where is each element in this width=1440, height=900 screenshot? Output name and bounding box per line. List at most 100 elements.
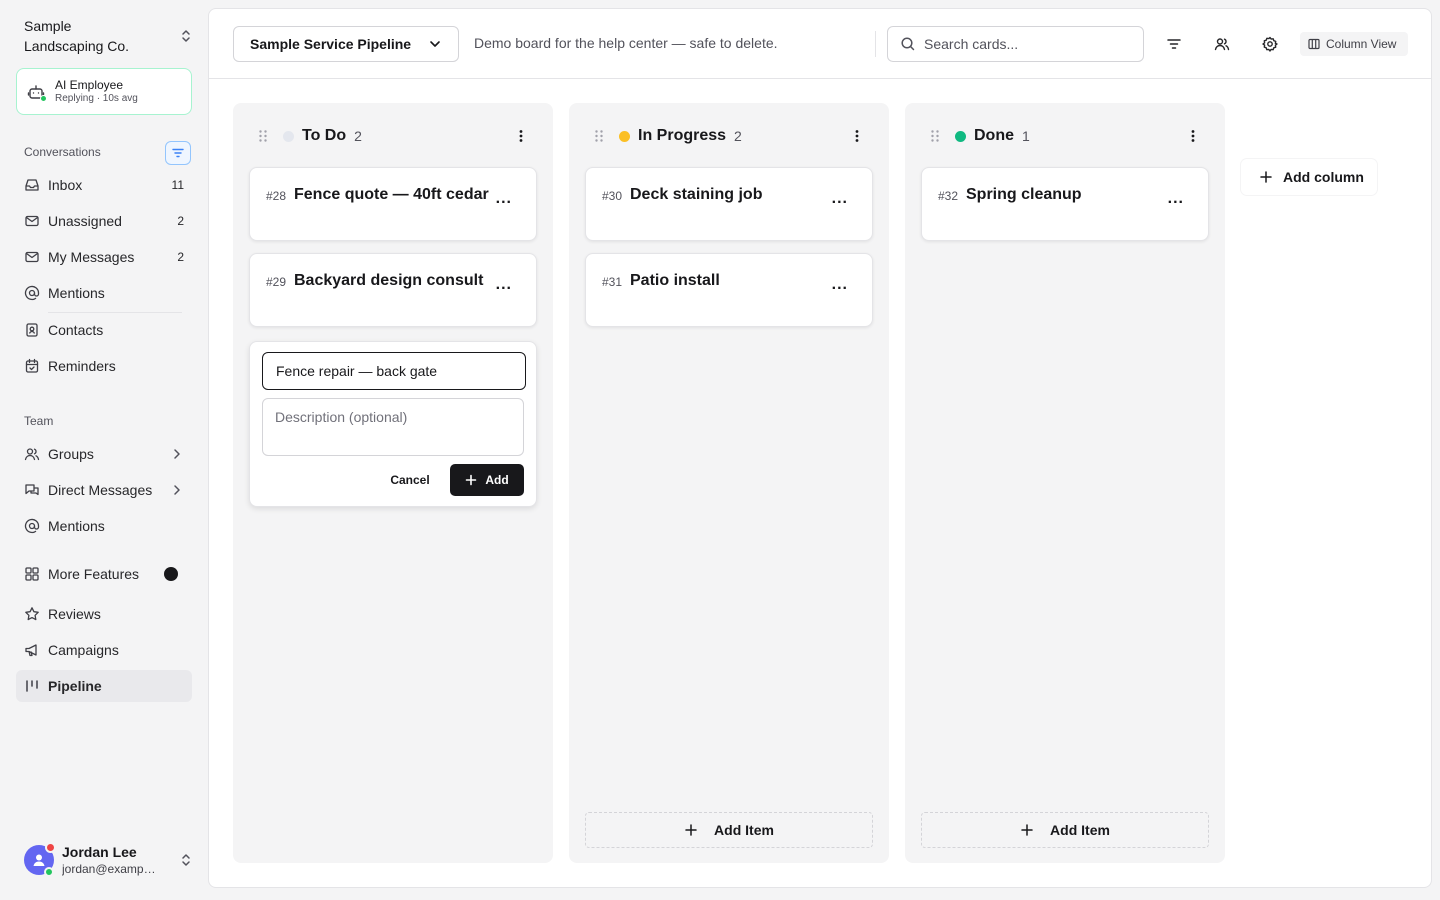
plus-icon: [685, 824, 697, 836]
more-vertical-icon[interactable]: [849, 128, 865, 144]
ai-employee-status: Replying · 10s avg: [55, 93, 138, 104]
column-done: Done 1 #32 Spring cleanup ... Add Item: [905, 103, 1225, 863]
sidebar-item-count: 11: [171, 178, 184, 192]
add-item-button[interactable]: Add Item: [921, 812, 1209, 848]
sidebar: Sample Landscaping Co. AI Employee Reply…: [0, 0, 208, 900]
pipeline-card[interactable]: #28 Fence quote — 40ft cedar ...: [249, 167, 537, 241]
sidebar-item-more-features[interactable]: More Features: [16, 558, 192, 590]
column-title: To Do: [302, 127, 347, 144]
ai-employee-card[interactable]: AI Employee Replying · 10s avg: [16, 68, 192, 115]
filter-button[interactable]: [1162, 32, 1186, 56]
pipeline-card[interactable]: #29 Backyard design consult ...: [249, 253, 537, 327]
user-email: jordan@example.com: [62, 861, 158, 876]
chat-icon: [25, 484, 39, 496]
filter-conversations-button[interactable]: [165, 141, 191, 165]
sidebar-item-label: Contacts: [48, 322, 104, 338]
drag-handle-icon[interactable]: [257, 129, 269, 143]
add-item-button[interactable]: Add Item: [585, 812, 873, 848]
add-column-button[interactable]: Add column: [1241, 159, 1377, 195]
sidebar-item-unassigned[interactable]: Unassigned 2: [16, 205, 192, 237]
sidebar-item-label: Inbox: [48, 177, 83, 193]
drag-handle-icon[interactable]: [929, 129, 941, 143]
sidebar-item-team-mentions[interactable]: Mentions: [16, 510, 192, 542]
more-vertical-icon[interactable]: [513, 128, 529, 144]
user-menu[interactable]: Jordan Lee jordan@example.com: [24, 842, 194, 878]
sidebar-item-inbox[interactable]: Inbox 11: [16, 169, 192, 201]
user-name: Jordan Lee: [62, 843, 137, 860]
add-card-button[interactable]: Add: [450, 464, 524, 496]
chevron-right-icon: [174, 485, 180, 495]
user-icon: [33, 854, 45, 866]
card-title: Patio install: [630, 272, 720, 289]
contact-book-icon: [26, 323, 38, 337]
card-number: #32: [938, 189, 959, 203]
status-dot: [955, 130, 966, 142]
card-more-button[interactable]: ...: [496, 190, 512, 208]
calendar-check-icon: [25, 358, 39, 373]
column-in-progress: In Progress 2 #30 Deck staining job ... …: [569, 103, 889, 863]
conversations-label: Conversations: [24, 145, 101, 159]
online-indicator: [40, 94, 47, 102]
card-title: Backyard design consult: [294, 272, 484, 289]
columns-icon: [1308, 38, 1320, 50]
pipeline-card[interactable]: #30 Deck staining job ...: [585, 167, 873, 241]
plus-icon: [1021, 824, 1033, 836]
pipeline-select[interactable]: Sample Service Pipeline: [233, 26, 459, 62]
mail-unassigned-icon: [25, 215, 39, 227]
column-header: In Progress 2: [593, 125, 865, 147]
notification-badge: [45, 842, 56, 853]
sidebar-item-mentions[interactable]: Mentions: [16, 277, 192, 309]
sidebar-item-my-messages[interactable]: My Messages 2: [16, 241, 192, 273]
sidebar-item-label: Groups: [48, 446, 94, 462]
pipeline-card[interactable]: #32 Spring cleanup ...: [921, 167, 1209, 241]
card-number: #28: [266, 189, 287, 203]
filter-icon: [172, 148, 184, 158]
grid-icon: [25, 567, 39, 581]
chevron-down-icon: [430, 41, 440, 47]
column-header: To Do 2: [257, 125, 529, 147]
sidebar-item-label: Reminders: [48, 358, 116, 374]
sidebar-item-pipeline[interactable]: Pipeline: [16, 670, 192, 702]
add-item-label: Add Item: [714, 822, 774, 838]
card-description-input[interactable]: [262, 398, 524, 456]
star-icon: [25, 607, 39, 621]
search-box[interactable]: [887, 26, 1144, 62]
online-indicator: [44, 867, 54, 877]
sidebar-item-contacts[interactable]: Contacts: [16, 314, 192, 346]
column-title: Done: [974, 127, 1014, 144]
card-more-button[interactable]: ...: [832, 276, 848, 294]
sidebar-item-reminders[interactable]: Reminders: [16, 350, 192, 382]
megaphone-icon: [25, 644, 37, 657]
column-header: Done 1: [929, 125, 1201, 147]
column-title: In Progress: [638, 127, 727, 144]
search-input[interactable]: [924, 36, 1124, 52]
pipeline-card[interactable]: #31 Patio install ...: [585, 253, 873, 327]
at-sign-icon: [24, 285, 40, 301]
gear-icon: [1262, 36, 1278, 52]
sidebar-item-campaigns[interactable]: Campaigns: [16, 634, 192, 666]
robot-icon: [27, 83, 47, 102]
org-switcher[interactable]: Sample Landscaping Co.: [24, 16, 194, 56]
column-view-toggle[interactable]: Column View: [1300, 32, 1408, 56]
members-button[interactable]: [1210, 32, 1234, 56]
card-more-button[interactable]: ...: [496, 276, 512, 294]
card-title-input[interactable]: [262, 352, 526, 390]
status-dot: [619, 130, 630, 142]
sidebar-item-reviews[interactable]: Reviews: [16, 598, 192, 630]
divider: [875, 31, 876, 57]
at-sign-icon: [24, 518, 40, 534]
sidebar-item-label: Reviews: [48, 606, 101, 622]
card-title: Spring cleanup: [966, 186, 1082, 203]
cancel-button[interactable]: Cancel: [378, 464, 442, 496]
more-vertical-icon[interactable]: [1185, 128, 1201, 144]
card-more-button[interactable]: ...: [832, 190, 848, 208]
drag-handle-icon[interactable]: [593, 129, 605, 143]
sidebar-item-direct-messages[interactable]: Direct Messages: [16, 474, 192, 506]
column-count: 2: [354, 128, 362, 144]
column-view-label: Column View: [1326, 37, 1397, 51]
card-more-button[interactable]: ...: [1168, 190, 1184, 208]
sidebar-item-count: 2: [177, 250, 184, 264]
sidebar-item-groups[interactable]: Groups: [16, 438, 192, 470]
sidebar-item-label: My Messages: [48, 249, 135, 265]
settings-button[interactable]: [1258, 32, 1282, 56]
